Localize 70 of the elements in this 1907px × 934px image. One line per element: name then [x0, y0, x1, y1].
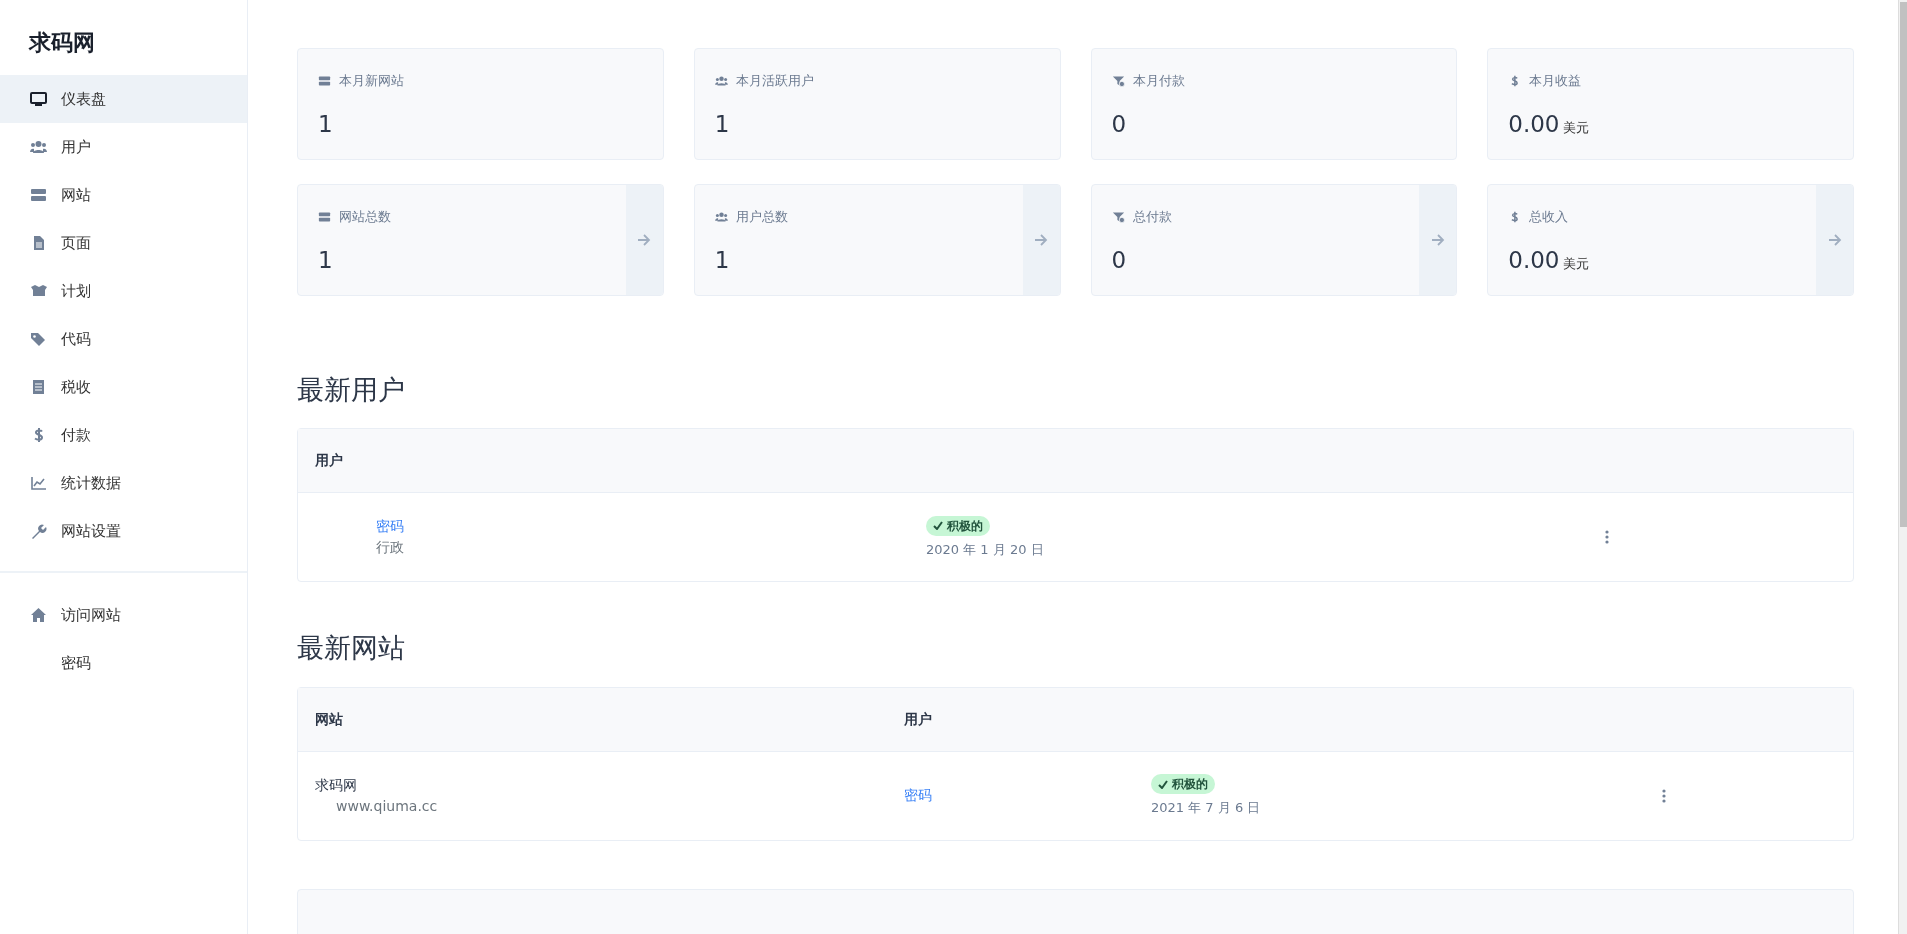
- server-icon: [318, 74, 331, 87]
- brand-title: 求码网: [27, 29, 96, 57]
- wrench-icon: [30, 523, 47, 539]
- receipt-icon: [30, 379, 47, 395]
- server-icon: [318, 210, 331, 223]
- date-text: 2021 年 7 月 6 日: [1151, 799, 1261, 818]
- column-header: 用户: [904, 709, 933, 729]
- arrow-button[interactable]: [1419, 185, 1457, 295]
- stat-value: 1: [318, 109, 333, 139]
- sidebar-item[interactable]: 网站: [0, 171, 247, 219]
- column-header: 网站: [315, 709, 344, 729]
- users-icon: [30, 139, 47, 155]
- stat-unit: 美元: [1563, 255, 1590, 271]
- funnel-icon: [1111, 210, 1125, 223]
- stat-label: 总付款: [1132, 208, 1172, 226]
- sidebar-item[interactable]: 网站设置: [0, 507, 247, 555]
- users-icon: [714, 74, 728, 87]
- sidebar-item[interactable]: 代码: [0, 315, 247, 363]
- arrow-button[interactable]: [1816, 185, 1853, 295]
- sidebar-item[interactable]: 访问网站: [0, 591, 247, 639]
- site-url: www.qiuma.cc: [336, 796, 438, 816]
- date-text: 2020 年 1 月 20 日: [926, 540, 1044, 559]
- stat-label: 网站总数: [339, 208, 391, 226]
- more-button[interactable]: [1662, 787, 1668, 804]
- user-role: 行政: [376, 538, 404, 558]
- site-name: 求码网: [315, 775, 357, 795]
- stat-label: 本月收益: [1529, 72, 1582, 90]
- arrow-button[interactable]: [1022, 185, 1060, 295]
- sidebar-item[interactable]: 计划: [0, 267, 247, 315]
- stat-value: 0.00: [1508, 109, 1560, 139]
- sidebar-item[interactable]: 密码: [0, 639, 247, 687]
- status-badge: 积极的: [1151, 774, 1215, 795]
- stat-label: 本月付款: [1132, 72, 1185, 90]
- arrow-right-icon: [637, 234, 652, 246]
- tags-icon: [30, 331, 47, 347]
- sidebar-item[interactable]: 页面: [0, 219, 247, 267]
- sidebar-item[interactable]: 仪表盘: [0, 75, 247, 123]
- arrow-right-icon: [1827, 234, 1842, 246]
- section-title: 最新用户: [297, 374, 406, 407]
- stat-value: 0: [1111, 245, 1127, 275]
- stat-value: 1: [714, 109, 730, 139]
- stat-label: 用户总数: [735, 208, 788, 226]
- status-badge: 积极的: [926, 515, 990, 536]
- stat-value: 1: [318, 245, 333, 275]
- arrow-right-icon: [1430, 234, 1445, 246]
- arrow-button[interactable]: [625, 185, 663, 295]
- arrow-right-icon: [1034, 234, 1048, 246]
- stat-value: 0: [1111, 109, 1127, 139]
- funnel-icon: [1111, 74, 1125, 87]
- server-icon: [30, 187, 47, 203]
- more-button[interactable]: [1605, 529, 1611, 546]
- stat-unit: 美元: [1563, 119, 1590, 135]
- section-title: 最新网站: [297, 632, 406, 665]
- scrollbar[interactable]: [1898, 0, 1907, 934]
- user-link[interactable]: 密码: [376, 516, 404, 538]
- users-icon: [714, 210, 728, 223]
- stat-label: 本月活跃用户: [735, 72, 814, 90]
- sidebar-item[interactable]: 付款: [0, 411, 247, 459]
- stat-value: 0.00: [1508, 245, 1560, 275]
- sidebar-item[interactable]: 用户: [0, 123, 247, 171]
- stat-value: 1: [714, 245, 730, 275]
- chart-icon: [30, 475, 47, 491]
- home-icon: [30, 607, 47, 623]
- stat-label: 本月新网站: [339, 72, 404, 90]
- column-header: 用户: [315, 451, 344, 471]
- sidebar-item[interactable]: 统计数据: [0, 459, 247, 507]
- stat-label: 总收入: [1529, 208, 1569, 226]
- sidebar-item[interactable]: 税收: [0, 363, 247, 411]
- user-link[interactable]: 密码: [904, 785, 932, 807]
- monitor-icon: [30, 91, 47, 107]
